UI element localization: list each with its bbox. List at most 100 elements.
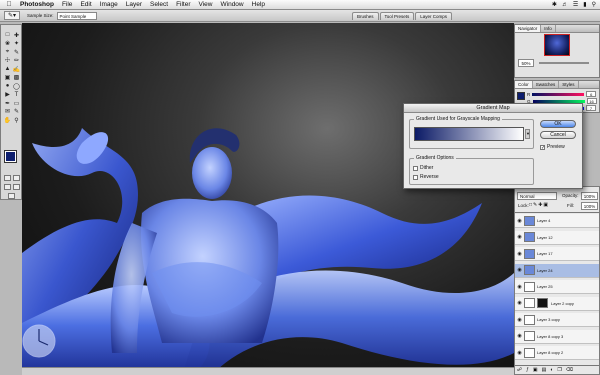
spotlight-icon[interactable]: ⚲ bbox=[592, 1, 596, 8]
slice-tool-icon[interactable]: ✎ bbox=[12, 48, 21, 57]
standard-mode-icon[interactable] bbox=[4, 175, 11, 181]
reverse-checkbox-row[interactable]: Reverse bbox=[413, 174, 439, 180]
eraser-tool-icon[interactable]: ▣ bbox=[3, 74, 12, 83]
healing-brush-tool-icon[interactable]: ☩ bbox=[3, 57, 12, 66]
tab-info[interactable]: Info bbox=[541, 25, 556, 32]
layer-row[interactable]: ◉ Layer 4 bbox=[515, 214, 599, 228]
ok-button[interactable]: OK bbox=[540, 120, 576, 128]
marquee-tool-icon[interactable]: □ bbox=[3, 31, 12, 40]
magic-wand-tool-icon[interactable]: ✦ bbox=[12, 40, 21, 49]
menu-select[interactable]: Select bbox=[146, 1, 172, 8]
layer-row[interactable]: ◉ Layer 8 copy 2 bbox=[515, 346, 599, 360]
channel-b-value[interactable]: 7 bbox=[586, 105, 597, 111]
visibility-eye-icon[interactable]: ◉ bbox=[515, 218, 524, 224]
visibility-eye-icon[interactable]: ◉ bbox=[515, 317, 524, 323]
pen-tool-icon[interactable]: ✒ bbox=[3, 99, 12, 108]
menu-help[interactable]: Help bbox=[248, 1, 269, 8]
dialog-title[interactable]: Gradient Map bbox=[404, 104, 582, 113]
volume-icon[interactable]: ♬ bbox=[562, 2, 568, 8]
tool-preset-picker[interactable]: ✎▾ bbox=[4, 11, 20, 20]
reverse-checkbox[interactable] bbox=[413, 174, 418, 180]
hand-tool-icon[interactable]: ✋ bbox=[3, 116, 12, 125]
layer-mask-icon[interactable]: ▣ bbox=[533, 367, 538, 373]
menu-image[interactable]: Image bbox=[96, 1, 122, 8]
tab-styles[interactable]: Styles bbox=[559, 81, 579, 88]
lasso-tool-icon[interactable]: ❀ bbox=[3, 40, 12, 49]
channel-r-value[interactable]: 6 bbox=[586, 91, 597, 97]
dither-checkbox[interactable] bbox=[413, 165, 418, 171]
menu-app-name[interactable]: Photoshop bbox=[18, 1, 58, 8]
visibility-eye-icon[interactable]: ◉ bbox=[515, 350, 524, 356]
link-layers-icon[interactable]: ☍ bbox=[517, 367, 522, 373]
cancel-button[interactable]: Cancel bbox=[540, 131, 576, 139]
bluetooth-icon[interactable]: ✱ bbox=[552, 1, 557, 8]
tab-navigator[interactable]: Navigator bbox=[515, 25, 542, 32]
well-tab-layer-comps[interactable]: Layer Comps bbox=[415, 12, 453, 20]
dither-checkbox-row[interactable]: Dither bbox=[413, 165, 433, 171]
path-select-tool-icon[interactable]: ▶ bbox=[3, 91, 12, 100]
move-tool-icon[interactable]: ✚ bbox=[12, 31, 21, 40]
foreground-color-swatch[interactable] bbox=[4, 150, 17, 163]
visibility-eye-icon[interactable]: ◉ bbox=[515, 300, 524, 306]
layer-style-icon[interactable]: ƒ bbox=[526, 367, 529, 373]
lock-icons[interactable]: □✎✚▣ bbox=[529, 202, 549, 208]
blur-tool-icon[interactable]: ● bbox=[3, 82, 12, 91]
preview-checkbox[interactable]: ✓ bbox=[540, 144, 545, 150]
brush-tool-icon[interactable]: ✏ bbox=[12, 57, 21, 66]
sample-size-select[interactable]: Point Sample bbox=[56, 11, 97, 20]
imageready-icon[interactable] bbox=[8, 193, 15, 199]
history-brush-tool-icon[interactable]: ✍ bbox=[12, 65, 21, 74]
color-panel-fg-swatch[interactable] bbox=[517, 92, 525, 100]
layer-row[interactable]: ◉ Layer 8 copy 3 bbox=[515, 329, 599, 344]
crop-tool-icon[interactable]: ⌖ bbox=[3, 48, 12, 57]
navigator-zoom-field[interactable]: 50% bbox=[518, 59, 534, 67]
eyedropper-tool-icon[interactable]: ✎ bbox=[12, 108, 21, 117]
layer-row[interactable]: ◉ Layer 24 bbox=[515, 263, 599, 278]
preview-checkbox-row[interactable]: ✓ Preview bbox=[540, 144, 565, 150]
menu-window[interactable]: Window bbox=[217, 1, 248, 8]
quick-mask-icon[interactable] bbox=[13, 175, 20, 181]
opacity-field[interactable]: 100% bbox=[581, 192, 598, 200]
layer-row[interactable]: ◉ Layer 3 copy bbox=[515, 313, 599, 327]
well-tab-tool-presets[interactable]: Tool Presets bbox=[379, 12, 415, 20]
menu-layer[interactable]: Layer bbox=[122, 1, 146, 8]
adjustment-layer-icon[interactable]: ◐ bbox=[550, 367, 553, 373]
apple-menu-icon[interactable]:  bbox=[0, 1, 18, 8]
layer-mask-thumbnail[interactable] bbox=[537, 298, 548, 308]
gradient-preview-bar[interactable] bbox=[414, 127, 524, 141]
zoom-tool-icon[interactable]: ⚲ bbox=[12, 116, 21, 125]
battery-icon[interactable]: ▮ bbox=[583, 1, 586, 8]
fill-field[interactable]: 100% bbox=[581, 202, 598, 210]
channel-r-slider[interactable] bbox=[532, 92, 585, 96]
screen-mode-icon[interactable] bbox=[4, 184, 11, 190]
navigator-zoom-slider[interactable] bbox=[539, 62, 589, 64]
visibility-eye-icon[interactable]: ◉ bbox=[515, 251, 524, 257]
menu-filter[interactable]: Filter bbox=[172, 1, 194, 8]
shape-tool-icon[interactable]: ▭ bbox=[12, 99, 21, 108]
document-canvas[interactable] bbox=[22, 23, 514, 375]
layer-set-icon[interactable]: ▤ bbox=[542, 367, 547, 373]
menu-file[interactable]: File bbox=[58, 1, 76, 8]
layer-row[interactable]: ◉ Layer 17 bbox=[515, 247, 599, 261]
full-screen-icon[interactable] bbox=[13, 184, 20, 190]
navigator-thumbnail[interactable] bbox=[544, 34, 570, 56]
new-layer-icon[interactable]: ❐ bbox=[557, 367, 561, 373]
gradient-picker-arrow[interactable]: ▼ bbox=[525, 129, 530, 139]
notes-tool-icon[interactable]: ✉ bbox=[3, 108, 12, 117]
tab-swatches[interactable]: Swatches bbox=[533, 81, 560, 88]
trash-icon[interactable]: ⌫ bbox=[566, 367, 573, 373]
menu-view[interactable]: View bbox=[195, 1, 217, 8]
wifi-icon[interactable]: ☰ bbox=[573, 1, 578, 8]
well-tab-brushes[interactable]: Brushes bbox=[352, 12, 379, 20]
channel-g-value[interactable]: 16 bbox=[586, 98, 597, 104]
stamp-tool-icon[interactable]: ▲ bbox=[3, 65, 12, 74]
menu-edit[interactable]: Edit bbox=[76, 1, 95, 8]
layer-row[interactable]: ◉ Layer 25 bbox=[515, 280, 599, 294]
visibility-eye-icon[interactable]: ◉ bbox=[515, 284, 524, 290]
blend-mode-select[interactable]: Normal bbox=[517, 192, 557, 200]
visibility-eye-icon[interactable]: ◉ bbox=[515, 234, 524, 240]
dodge-tool-icon[interactable]: ◯ bbox=[12, 82, 21, 91]
visibility-eye-icon[interactable]: ◉ bbox=[515, 267, 524, 273]
layer-row[interactable]: ◉ Layer 2 copy bbox=[515, 296, 599, 311]
layer-row[interactable]: ◉ Layer 12 bbox=[515, 230, 599, 245]
